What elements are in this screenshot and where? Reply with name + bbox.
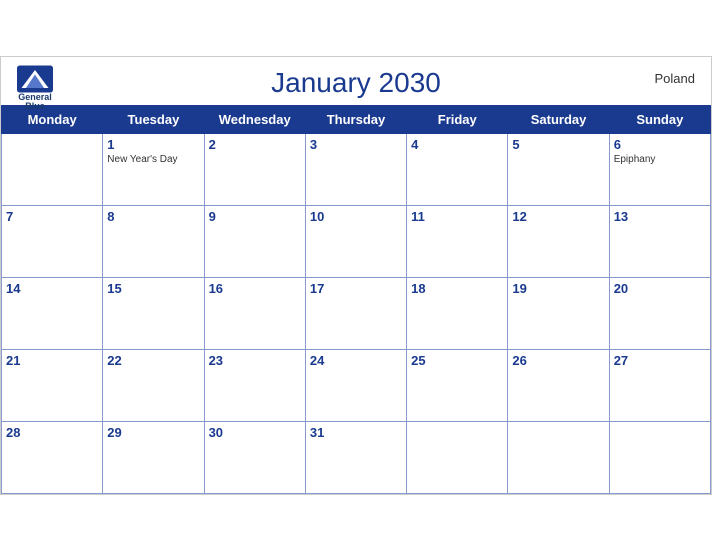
- day-number: 29: [107, 425, 199, 440]
- calendar-cell: 10: [305, 205, 406, 277]
- day-number: 4: [411, 137, 503, 152]
- country-label: Poland: [655, 71, 695, 86]
- calendar-cell: 6 Epiphany: [609, 133, 710, 205]
- day-number: 9: [209, 209, 301, 224]
- day-number: 18: [411, 281, 503, 296]
- day-number: 2: [209, 137, 301, 152]
- day-number: 27: [614, 353, 706, 368]
- week-row-5: 28 29 30 31: [2, 421, 711, 493]
- day-number: 10: [310, 209, 402, 224]
- day-number: 23: [209, 353, 301, 368]
- day-number: 19: [512, 281, 604, 296]
- calendar-cell: 30: [204, 421, 305, 493]
- week-row-4: 21 22 23 24 25 26 27: [2, 349, 711, 421]
- calendar-body: 1New Year's Day23456Epiphany789101112131…: [2, 133, 711, 493]
- day-number: 15: [107, 281, 199, 296]
- week-row-1: 1 New Year's Day 23456 Epiphany: [2, 133, 711, 205]
- weekday-header-tuesday: Tuesday: [103, 105, 204, 133]
- calendar-cell: [2, 133, 103, 205]
- day-number: 20: [614, 281, 706, 296]
- calendar-cell: 25: [407, 349, 508, 421]
- day-number: 7: [6, 209, 98, 224]
- calendar-cell: 21: [2, 349, 103, 421]
- day-number: 1: [107, 137, 199, 152]
- calendar-cell: 29: [103, 421, 204, 493]
- day-number: 14: [6, 281, 98, 296]
- weekday-header-saturday: Saturday: [508, 105, 609, 133]
- calendar-cell: 24: [305, 349, 406, 421]
- calendar-cell: 26: [508, 349, 609, 421]
- calendar-container: General Blue January 2030 Poland MondayT…: [0, 56, 712, 495]
- day-number: 5: [512, 137, 604, 152]
- day-number: 17: [310, 281, 402, 296]
- calendar-table: MondayTuesdayWednesdayThursdayFridaySatu…: [1, 105, 711, 494]
- weekday-header-wednesday: Wednesday: [204, 105, 305, 133]
- day-number: 25: [411, 353, 503, 368]
- calendar-cell: 17: [305, 277, 406, 349]
- logo-blue-text: Blue: [25, 102, 45, 112]
- calendar-cell: [407, 421, 508, 493]
- logo-icon: [17, 65, 53, 93]
- calendar-cell: 11: [407, 205, 508, 277]
- day-number: 11: [411, 209, 503, 224]
- day-number: 22: [107, 353, 199, 368]
- calendar-cell: 5: [508, 133, 609, 205]
- calendar-cell: 12: [508, 205, 609, 277]
- day-number: 24: [310, 353, 402, 368]
- calendar-title: January 2030: [271, 67, 441, 99]
- week-row-2: 789 10 11 12 13: [2, 205, 711, 277]
- logo: General Blue: [17, 65, 53, 113]
- calendar-cell: 15: [103, 277, 204, 349]
- weekday-header-friday: Friday: [407, 105, 508, 133]
- calendar-thead: MondayTuesdayWednesdayThursdayFridaySatu…: [2, 105, 711, 133]
- day-number: 30: [209, 425, 301, 440]
- calendar-cell: 28: [2, 421, 103, 493]
- day-number: 16: [209, 281, 301, 296]
- calendar-cell: [508, 421, 609, 493]
- calendar-cell: 13: [609, 205, 710, 277]
- day-number: 21: [6, 353, 98, 368]
- calendar-cell: 1 New Year's Day: [103, 133, 204, 205]
- calendar-cell: 19: [508, 277, 609, 349]
- day-number: 12: [512, 209, 604, 224]
- calendar-cell: 22: [103, 349, 204, 421]
- day-number: 13: [614, 209, 706, 224]
- calendar-cell: 2: [204, 133, 305, 205]
- calendar-cell: 31: [305, 421, 406, 493]
- calendar-cell: 27: [609, 349, 710, 421]
- calendar-cell: 3: [305, 133, 406, 205]
- calendar-cell: 8: [103, 205, 204, 277]
- weekday-header-sunday: Sunday: [609, 105, 710, 133]
- week-row-3: 14 15 16 17 18 19 20: [2, 277, 711, 349]
- day-number: 28: [6, 425, 98, 440]
- calendar-cell: 9: [204, 205, 305, 277]
- calendar-cell: [609, 421, 710, 493]
- calendar-header: General Blue January 2030 Poland: [1, 57, 711, 105]
- calendar-cell: 4: [407, 133, 508, 205]
- holiday-name: New Year's Day: [107, 154, 199, 165]
- day-number: 6: [614, 137, 706, 152]
- day-number: 31: [310, 425, 402, 440]
- holiday-name: Epiphany: [614, 154, 706, 165]
- calendar-cell: 14: [2, 277, 103, 349]
- weekday-header-thursday: Thursday: [305, 105, 406, 133]
- calendar-cell: 7: [2, 205, 103, 277]
- weekday-header-row: MondayTuesdayWednesdayThursdayFridaySatu…: [2, 105, 711, 133]
- calendar-cell: 23: [204, 349, 305, 421]
- day-number: 3: [310, 137, 402, 152]
- calendar-cell: 20: [609, 277, 710, 349]
- calendar-cell: 16: [204, 277, 305, 349]
- day-number: 26: [512, 353, 604, 368]
- day-number: 8: [107, 209, 199, 224]
- calendar-cell: 18: [407, 277, 508, 349]
